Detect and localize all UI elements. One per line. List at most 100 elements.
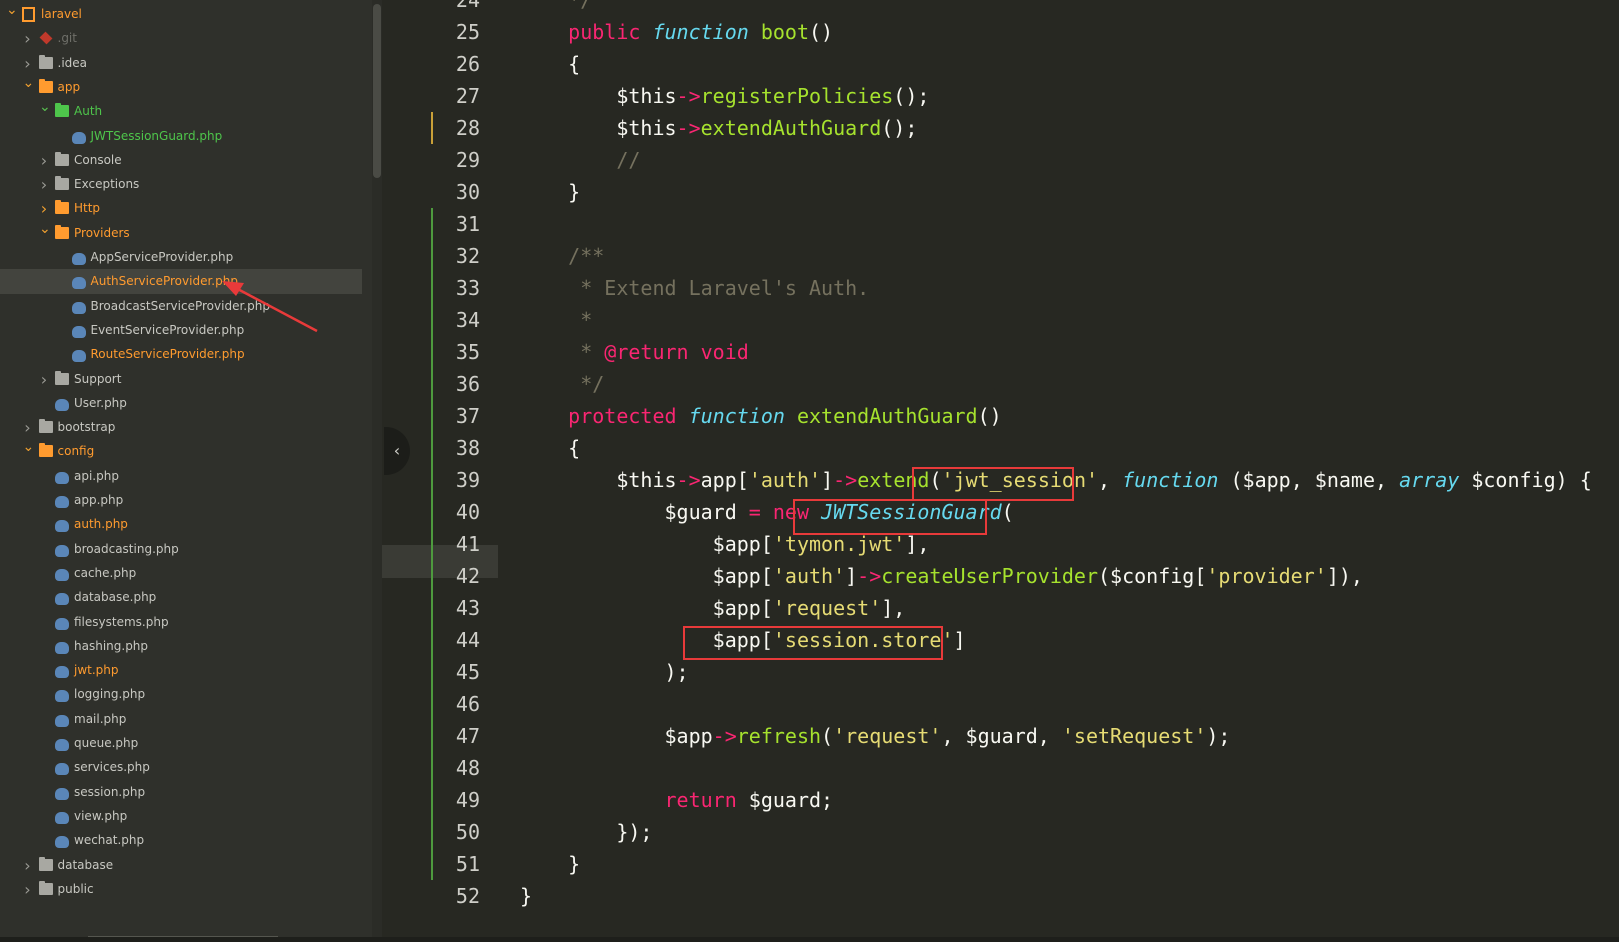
php-file-icon [55, 763, 69, 776]
code-line[interactable]: public function boot() [520, 16, 833, 49]
code-line[interactable]: $app['session.store'] [520, 624, 966, 657]
tree-item[interactable]: › bootstrap [0, 415, 362, 440]
code-line[interactable]: */ [520, 368, 604, 401]
folder-open-icon [55, 103, 69, 118]
tree-item[interactable]: wechat.php [0, 828, 362, 853]
folder-open-icon [38, 443, 53, 458]
code-line[interactable]: * @return void [520, 336, 749, 369]
chevron-down-icon[interactable]: ⌄ [23, 71, 35, 96]
tree-item[interactable]: view.php [0, 804, 362, 829]
php-file-icon [55, 787, 69, 800]
git-added-marker [431, 784, 433, 816]
tree-item[interactable]: › Support [0, 367, 362, 392]
code-line[interactable]: $this->app['auth']->extend('jwt_session'… [520, 464, 1591, 497]
chevron-right-icon[interactable]: › [23, 26, 33, 51]
chevron-right-icon[interactable]: › [39, 172, 49, 197]
tree-item[interactable]: auth.php [0, 512, 362, 537]
tree-item-label: config [57, 444, 95, 459]
code-editor[interactable]: 24 25 26 27 28 29 30 31 32 33 34 35 36 37 38 39 40 41 42 43… [382, 0, 1619, 942]
tree-item[interactable]: ⌄ app [0, 75, 362, 100]
code-line[interactable]: $app->refresh('request', $guard, 'setReq… [520, 720, 1230, 753]
chevron-right-icon[interactable]: › [39, 367, 49, 392]
code-line[interactable]: // [520, 144, 640, 177]
tree-item[interactable]: jwt.php [0, 658, 362, 683]
tree-item-label: .idea [57, 55, 88, 70]
code-line[interactable]: } [520, 880, 532, 913]
code-line[interactable]: }); [520, 816, 652, 849]
code-line[interactable]: { [520, 432, 580, 465]
code-line[interactable]: $this->extendAuthGuard(); [520, 112, 917, 145]
tree-item-label: wechat.php [74, 833, 145, 848]
php-file-icon [71, 350, 86, 363]
git-added-marker [431, 240, 433, 272]
chevron-down-icon[interactable]: ⌄ [6, 0, 18, 23]
tree-item[interactable]: services.php [0, 755, 362, 780]
tree-item[interactable]: User.php [0, 391, 362, 416]
tree-item[interactable]: › .git [0, 26, 362, 51]
code-token: , $guard, [941, 724, 1062, 748]
tree-item[interactable]: EventServiceProvider.php [0, 318, 362, 343]
code-line[interactable]: /** [520, 240, 604, 273]
code-token: ]), [1326, 564, 1363, 588]
tree-item[interactable]: RouteServiceProvider.php [0, 342, 362, 367]
code-token: 'request' [772, 596, 882, 620]
chevron-down-icon[interactable]: ⌄ [39, 95, 51, 120]
code-line[interactable]: $app['auth']->createUserProvider($config… [520, 560, 1363, 593]
code-line[interactable]: * [520, 304, 592, 337]
tree-item[interactable]: › public [0, 877, 362, 902]
php-file-icon [55, 690, 69, 703]
tree-item[interactable]: api.php [0, 464, 362, 489]
code-line[interactable]: $app['tymon.jwt'], [520, 528, 930, 561]
code-line[interactable]: } [520, 848, 580, 881]
code-token: $this [520, 84, 677, 108]
tree-item[interactable]: filesystems.php [0, 610, 362, 635]
code-line[interactable]: */ [520, 0, 592, 17]
tree-item[interactable]: broadcasting.php [0, 537, 362, 562]
chevron-down-icon[interactable]: ⌄ [23, 435, 35, 460]
tree-item[interactable]: queue.php [0, 731, 362, 756]
tree-item[interactable]: › database [0, 853, 362, 878]
tree-item[interactable]: cache.php [0, 561, 362, 586]
code-line[interactable]: } [520, 176, 580, 209]
tree-item[interactable]: AppServiceProvider.php [0, 245, 362, 270]
code-line[interactable]: $guard = new JWTSessionGuard( [520, 496, 1013, 529]
code-line[interactable]: ); [520, 656, 688, 689]
chevron-right-icon[interactable]: › [23, 853, 33, 878]
tree-item[interactable]: logging.php [0, 682, 362, 707]
tree-item[interactable]: › Console [0, 148, 362, 173]
tree-item[interactable]: ⌄ config [0, 439, 362, 464]
tree-item[interactable]: hashing.php [0, 634, 362, 659]
code-line[interactable]: return $guard; [520, 784, 833, 817]
sidebar-scrollbar-thumb[interactable] [373, 4, 381, 178]
code-token: ] [821, 468, 834, 492]
tree-item[interactable]: app.php [0, 488, 362, 513]
chevron-right-icon[interactable]: › [39, 148, 49, 173]
code-line[interactable]: $app['request'], [520, 592, 906, 625]
tree-item-label: User.php [74, 395, 127, 410]
tree-item[interactable]: mail.php [0, 707, 362, 732]
tree-item[interactable]: JWTSessionGuard.php [0, 124, 362, 149]
tree-item[interactable]: BroadcastServiceProvider.php [0, 294, 362, 319]
code-token: (); [881, 116, 918, 140]
code-token: ($app, $name, [1230, 468, 1400, 492]
code-line[interactable]: * Extend Laravel's Auth. [520, 272, 869, 305]
tree-item[interactable]: › Exceptions [0, 172, 362, 197]
tree-item-label: laravel [41, 7, 82, 21]
tree-item-label: services.php [74, 760, 150, 775]
tree-item[interactable]: › Http [0, 196, 362, 221]
code-line[interactable]: protected function extendAuthGuard() [520, 400, 1002, 433]
php-file-icon [55, 544, 69, 557]
tree-item[interactable]: ⌄ Auth [0, 99, 362, 124]
code-line[interactable]: $this->registerPolicies(); [520, 80, 929, 113]
code-token: ] [953, 628, 966, 652]
tree-item[interactable]: ⌄ Providers [0, 221, 362, 246]
tree-item[interactable]: › .idea [0, 51, 362, 76]
chevron-down-icon[interactable]: ⌄ [39, 217, 51, 242]
tree-item[interactable]: AuthServiceProvider.php [0, 269, 362, 295]
tree-item-label: database [57, 857, 114, 872]
chevron-right-icon[interactable]: › [23, 877, 33, 902]
tree-item[interactable]: ⌄ laravel [0, 2, 362, 27]
tree-item[interactable]: database.php [0, 585, 362, 610]
tree-item[interactable]: session.php [0, 780, 362, 805]
code-line[interactable]: { [520, 48, 580, 81]
